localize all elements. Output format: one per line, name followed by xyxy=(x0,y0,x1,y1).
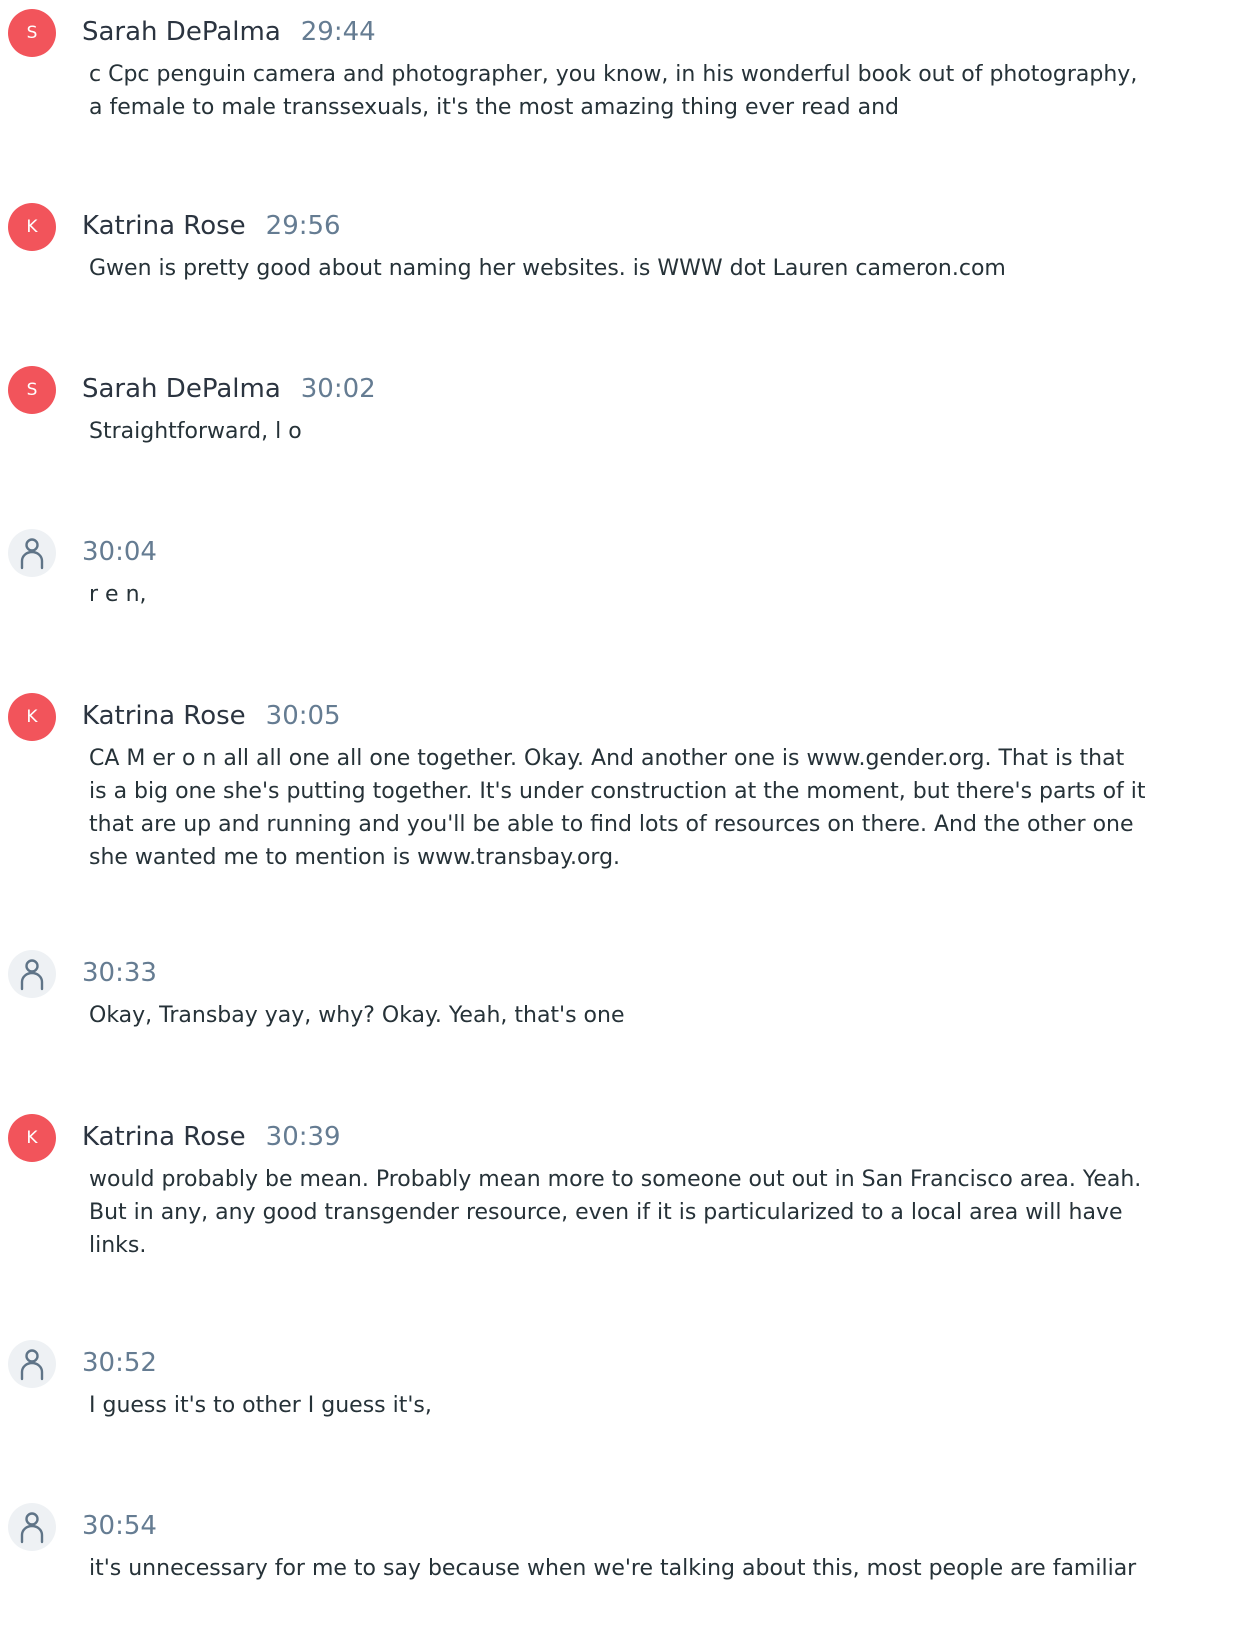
entry-header: 30:52 xyxy=(82,1345,157,1381)
utterance-text: would probably be mean. Probably mean mo… xyxy=(89,1163,1234,1262)
timestamp[interactable]: 30:04 xyxy=(82,537,157,567)
utterance-line: is a big one she's putting together. It'… xyxy=(89,779,1146,804)
utterance-line: it's unnecessary for me to say because w… xyxy=(89,1556,1137,1581)
timestamp[interactable]: 30:05 xyxy=(266,701,341,731)
utterance-text: Gwen is pretty good about naming her web… xyxy=(89,252,1234,285)
utterance-line: Straightforward, l o xyxy=(89,419,302,444)
anonymous-avatar xyxy=(8,950,56,998)
speaker-name: Katrina Rose xyxy=(82,211,246,241)
speaker-avatar: K xyxy=(8,1114,56,1162)
entry-header: Katrina Rose 29:56 xyxy=(82,208,341,244)
utterance-line: CA M er o n all all one all one together… xyxy=(89,746,1125,771)
utterance-text: CA M er o n all all one all one together… xyxy=(89,742,1234,874)
timestamp[interactable]: 30:02 xyxy=(301,374,376,404)
utterance-line: that are up and running and you'll be ab… xyxy=(89,812,1134,837)
speaker-avatar: S xyxy=(8,9,56,57)
utterance-line: r e n, xyxy=(89,582,147,607)
anonymous-avatar xyxy=(8,529,56,577)
utterance-line: links. xyxy=(89,1233,147,1258)
utterance-text: Okay, Transbay yay, why? Okay. Yeah, tha… xyxy=(89,999,1234,1032)
timestamp[interactable]: 30:54 xyxy=(82,1511,157,1541)
user-icon xyxy=(20,1512,44,1544)
speaker-avatar: S xyxy=(8,366,56,414)
speaker-initial: S xyxy=(26,380,38,400)
utterance-line: a female to male transsexuals, it's the … xyxy=(89,95,900,120)
timestamp[interactable]: 29:56 xyxy=(266,211,341,241)
utterance-line: But in any, any good transgender resourc… xyxy=(89,1200,1123,1225)
entry-header: Katrina Rose 30:05 xyxy=(82,698,341,734)
timestamp[interactable]: 30:33 xyxy=(82,958,157,988)
utterance-line: Okay, Transbay yay, why? Okay. Yeah, tha… xyxy=(89,1003,625,1028)
utterance-text: c Cpc penguin camera and photographer, y… xyxy=(89,58,1234,124)
user-icon xyxy=(20,1349,44,1381)
user-icon xyxy=(20,538,44,570)
speaker-name: Sarah DePalma xyxy=(82,374,281,404)
entry-header: 30:54 xyxy=(82,1508,157,1544)
timestamp[interactable]: 30:52 xyxy=(82,1348,157,1378)
anonymous-avatar xyxy=(8,1503,56,1551)
speaker-avatar: K xyxy=(8,693,56,741)
utterance-line: would probably be mean. Probably mean mo… xyxy=(89,1167,1142,1192)
utterance-text: it's unnecessary for me to say because w… xyxy=(89,1552,1234,1585)
utterance-text: I guess it's to other I guess it's, xyxy=(89,1389,1234,1422)
entry-header: Katrina Rose 30:39 xyxy=(82,1119,341,1155)
speaker-initial: S xyxy=(26,23,38,43)
user-icon xyxy=(20,959,44,991)
timestamp[interactable]: 29:44 xyxy=(301,17,376,47)
speaker-name: Katrina Rose xyxy=(82,1122,246,1152)
utterance-line: I guess it's to other I guess it's, xyxy=(89,1393,432,1418)
utterance-text: r e n, xyxy=(89,578,1234,611)
utterance-text: Straightforward, l o xyxy=(89,415,1234,448)
utterance-line: Gwen is pretty good about naming her web… xyxy=(89,256,1006,281)
entry-header: 30:04 xyxy=(82,534,157,570)
anonymous-avatar xyxy=(8,1340,56,1388)
speaker-initial: K xyxy=(26,1128,38,1148)
speaker-name: Katrina Rose xyxy=(82,701,246,731)
timestamp[interactable]: 30:39 xyxy=(266,1122,341,1152)
utterance-line: she wanted me to mention is www.transbay… xyxy=(89,845,621,870)
speaker-name: Sarah DePalma xyxy=(82,17,281,47)
speaker-initial: K xyxy=(26,707,38,727)
transcript: S Sarah DePalma 29:44 c Cpc penguin came… xyxy=(0,0,1234,1631)
speaker-avatar: K xyxy=(8,203,56,251)
entry-header: 30:33 xyxy=(82,955,157,991)
entry-header: Sarah DePalma 30:02 xyxy=(82,371,376,407)
speaker-initial: K xyxy=(26,217,38,237)
utterance-line: c Cpc penguin camera and photographer, y… xyxy=(89,62,1138,87)
entry-header: Sarah DePalma 29:44 xyxy=(82,14,376,50)
